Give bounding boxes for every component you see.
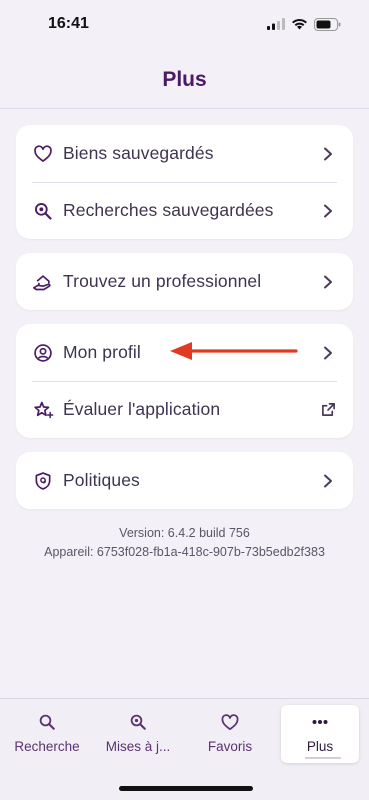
- rate-app-row[interactable]: Évaluer l'application: [16, 381, 353, 438]
- professional-card: Trouvez un professionnel: [16, 253, 353, 310]
- tab-plus[interactable]: Plus: [281, 705, 359, 763]
- tab-recherche[interactable]: Recherche: [5, 705, 89, 763]
- heart-icon: [220, 709, 240, 735]
- search-saved-icon: [32, 200, 54, 222]
- more-dots-icon: [312, 709, 328, 735]
- external-link-icon: [319, 401, 337, 419]
- battery-icon: [314, 17, 341, 31]
- device-id-text: Appareil: 6753f028-fb1a-418c-907b-73b5ed…: [44, 545, 325, 559]
- search-update-icon: [129, 709, 147, 735]
- chevron-right-icon: [319, 202, 337, 220]
- tab-mises-a-jour[interactable]: Mises à j...: [96, 705, 180, 763]
- page-title: Plus: [162, 68, 207, 91]
- tab-label: Mises à j...: [105, 739, 171, 754]
- find-professional-row[interactable]: Trouvez un professionnel: [16, 253, 353, 310]
- rate-app-label: Évaluer l'application: [63, 399, 221, 419]
- saved-searches-label: Recherches sauvegardées: [63, 200, 274, 220]
- user-circle-icon: [32, 342, 54, 364]
- chevron-right-icon: [319, 472, 337, 490]
- tab-label: Favoris: [207, 739, 253, 754]
- policies-card: Politiques: [16, 452, 353, 509]
- header-divider: [0, 108, 369, 109]
- policies-label: Politiques: [63, 470, 140, 490]
- search-icon: [38, 709, 56, 735]
- active-tab-indicator: [305, 757, 341, 759]
- tab-label: Recherche: [14, 739, 80, 754]
- saved-properties-row[interactable]: Biens sauvegardés: [16, 125, 353, 182]
- tab-favoris[interactable]: Favoris: [188, 705, 272, 763]
- home-indicator: [119, 786, 253, 791]
- annotation-arrow-icon: [170, 342, 298, 360]
- cellular-signal-icon: [267, 18, 285, 30]
- saved-card: Biens sauvegardés Recherches sauvegardée…: [16, 125, 353, 239]
- wifi-icon: [292, 18, 307, 30]
- policies-row[interactable]: Politiques: [16, 452, 353, 509]
- star-sparkle-icon: [32, 399, 54, 421]
- chevron-right-icon: [319, 344, 337, 362]
- saved-searches-row[interactable]: Recherches sauvegardées: [16, 182, 353, 239]
- tab-label: Plus: [306, 739, 334, 754]
- hand-house-icon: [32, 271, 54, 293]
- status-icons: [267, 17, 341, 31]
- find-professional-label: Trouvez un professionnel: [63, 271, 262, 291]
- shield-icon: [32, 470, 54, 492]
- saved-properties-label: Biens sauvegardés: [63, 143, 214, 163]
- status-time: 16:41: [48, 15, 89, 32]
- version-text: Version: 6.4.2 build 756: [119, 526, 250, 540]
- heart-icon: [32, 143, 54, 165]
- tab-bar: Recherche Mises à j... Favoris Plus: [0, 698, 369, 800]
- chevron-right-icon: [319, 145, 337, 163]
- status-bar: 16:41: [0, 0, 369, 54]
- chevron-right-icon: [319, 273, 337, 291]
